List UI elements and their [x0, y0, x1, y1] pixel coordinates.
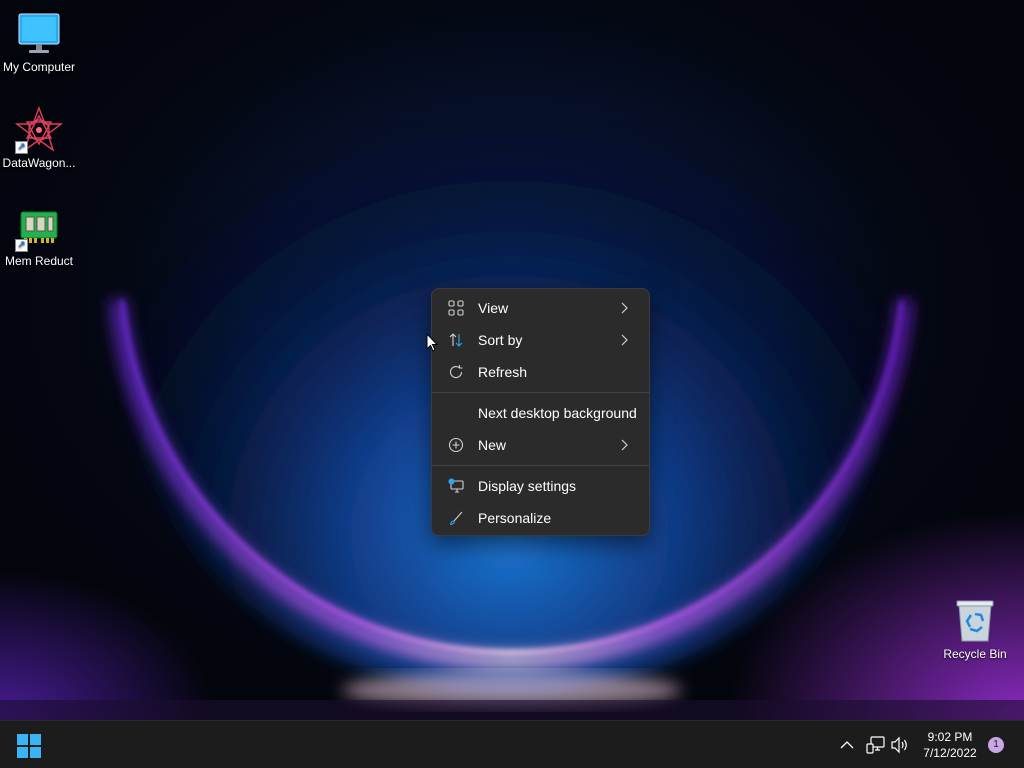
- menu-item-label: New: [478, 437, 507, 453]
- chevron-right-icon: [617, 438, 631, 452]
- menu-item-view[interactable]: View: [436, 292, 645, 324]
- menu-item-new[interactable]: New: [436, 429, 645, 461]
- plus-circle-icon: [448, 437, 464, 453]
- clock-date: 7/12/2022: [923, 746, 977, 760]
- desktop-icon-mem-reduct[interactable]: ↗ Mem Reduct: [0, 204, 78, 269]
- chevron-right-icon: [617, 333, 631, 347]
- volume-icon[interactable]: [890, 735, 910, 755]
- windows-logo-icon: [16, 734, 42, 763]
- desktop-icon-label: DataWagon...: [2, 156, 76, 170]
- menu-item-refresh[interactable]: Refresh: [436, 356, 645, 388]
- desktop-icon-my-computer[interactable]: My Computer: [0, 10, 78, 75]
- display-settings-icon: [448, 478, 464, 494]
- grid-view-icon: [448, 300, 464, 316]
- menu-item-label: Sort by: [478, 332, 523, 348]
- mouse-cursor-icon: [426, 332, 439, 358]
- shortcut-arrow-icon: ↗: [15, 141, 28, 154]
- menu-item-label: Next desktop background: [478, 405, 637, 421]
- desktop-icon-label: My Computer: [2, 60, 76, 74]
- menu-item-personalize[interactable]: Personalize: [436, 502, 645, 534]
- network-icon[interactable]: [866, 735, 886, 755]
- menu-item-display-settings[interactable]: Display settings: [436, 470, 645, 502]
- chevron-up-icon[interactable]: [838, 736, 856, 754]
- brush-icon: [448, 510, 464, 526]
- clock-time: 9:02 PM: [927, 730, 973, 744]
- desktop-context-menu: View Sort by Refresh Next desktop backgr…: [431, 288, 650, 536]
- menu-item-next-desktop-background[interactable]: Next desktop background: [436, 397, 645, 429]
- menu-item-sort-by[interactable]: Sort by: [436, 324, 645, 356]
- menu-item-label: View: [478, 300, 509, 316]
- menu-item-label: Display settings: [478, 478, 577, 494]
- shortcut-arrow-icon: ↗: [15, 239, 28, 252]
- start-button[interactable]: [16, 733, 48, 759]
- monitor-icon: [15, 10, 63, 58]
- sort-arrows-icon: [448, 332, 464, 348]
- recycle-bin-icon: [951, 597, 999, 645]
- menu-separator: [432, 465, 649, 466]
- notification-badge[interactable]: 1: [988, 737, 1004, 753]
- menu-separator: [432, 392, 649, 393]
- desktop-icon-label: Mem Reduct: [4, 254, 74, 268]
- desktop-icon-datawagon[interactable]: ↗ DataWagon...: [0, 106, 78, 171]
- system-clock[interactable]: 9:02 PM 7/12/2022: [916, 729, 984, 761]
- menu-item-label: Personalize: [478, 510, 552, 526]
- menu-item-label: Refresh: [478, 364, 528, 380]
- datawagon-app-icon: ↗: [14, 106, 64, 154]
- memory-chip-icon: ↗: [15, 204, 63, 252]
- desktop-icon-recycle-bin[interactable]: Recycle Bin: [936, 597, 1014, 662]
- refresh-icon: [448, 364, 464, 380]
- desktop-icon-label: Recycle Bin: [943, 647, 1007, 661]
- taskbar: 9:02 PM 7/12/2022 1: [0, 720, 1024, 768]
- chevron-right-icon: [617, 301, 631, 315]
